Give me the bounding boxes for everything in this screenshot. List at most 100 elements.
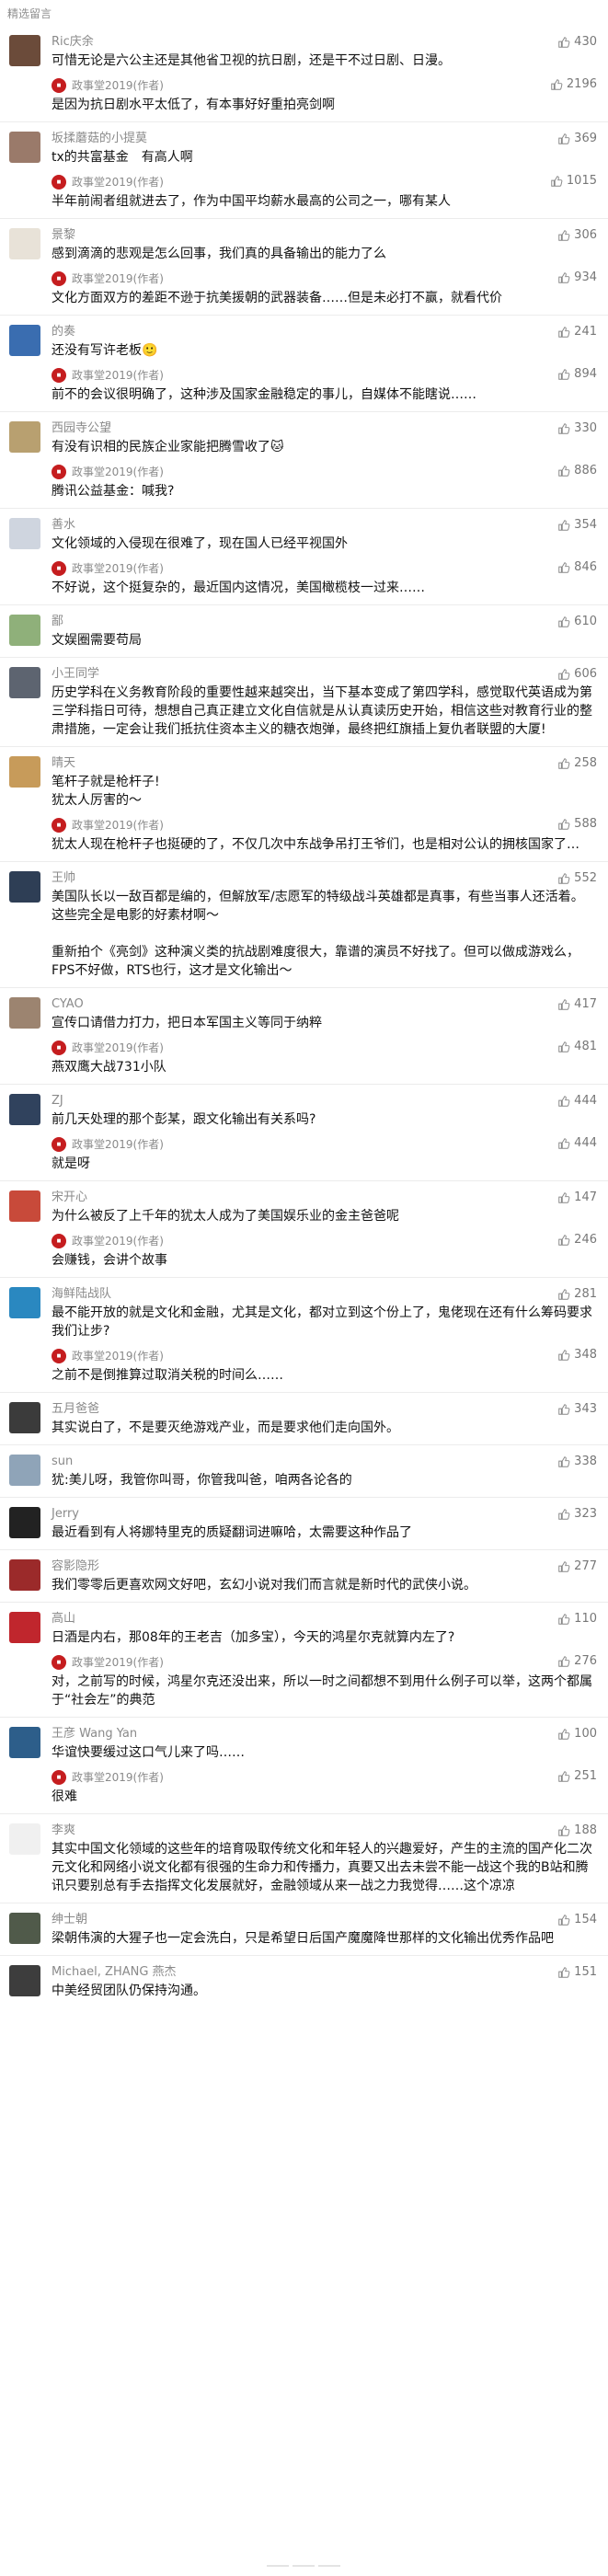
avatar[interactable] (9, 1455, 40, 1486)
like-button[interactable]: 110 (557, 1612, 597, 1626)
thumb-up-icon (550, 175, 563, 188)
reply-text: 是因为抗日剧水平太低了，有本事好好重拍亮剑啊 (52, 98, 335, 112)
author-avatar-icon: ■ (52, 817, 66, 833)
reply-like-button[interactable]: 276 (557, 1654, 597, 1668)
like-button[interactable]: 606 (557, 667, 597, 681)
avatar[interactable] (9, 1727, 40, 1758)
thumb-up-icon (557, 818, 570, 831)
avatar[interactable] (9, 1965, 40, 1996)
avatar[interactable] (9, 997, 40, 1029)
like-button[interactable]: 147 (557, 1190, 597, 1204)
like-count: 251 (574, 1769, 597, 1783)
thumb-up-icon (557, 465, 570, 477)
like-button[interactable]: 100 (557, 1727, 597, 1741)
thumb-up-icon (557, 1455, 570, 1468)
like-button[interactable]: 188 (557, 1823, 597, 1837)
like-button[interactable]: 343 (557, 1402, 597, 1416)
thumb-up-icon (557, 1560, 570, 1573)
avatar[interactable] (9, 132, 40, 163)
like-count: 258 (574, 756, 597, 770)
comment-item: 的奏 241 还没有写许老板🙂 ■ 政事堂2019(作者) 894 前不的会议很明确了，这种… (0, 315, 608, 411)
avatar[interactable] (9, 325, 40, 356)
avatar[interactable] (9, 615, 40, 646)
thumb-up-icon (557, 1041, 570, 1053)
thumb-up-icon (557, 1613, 570, 1626)
thumb-up-icon (557, 271, 570, 284)
like-count: 1015 (566, 174, 597, 188)
avatar[interactable] (9, 1094, 40, 1125)
like-button[interactable]: 430 (557, 35, 597, 49)
avatar[interactable] (9, 1402, 40, 1433)
avatar[interactable] (9, 1913, 40, 1944)
reply-like-button[interactable]: 846 (557, 560, 597, 574)
reply-text: 犹太人现在枪杆子也挺硬的了，不仅几次中东战争吊打王爷们，也是相对公认的拥核国家了… (52, 837, 579, 852)
like-button[interactable]: 151 (557, 1965, 597, 1979)
avatar[interactable] (9, 756, 40, 788)
like-count: 846 (574, 560, 597, 574)
avatar[interactable] (9, 518, 40, 549)
avatar[interactable] (9, 667, 40, 698)
comment-text: 其实说白了，不是要灭绝游戏产业，而是要求他们走向国外。 (52, 1420, 399, 1435)
avatar[interactable] (9, 35, 40, 66)
thumb-up-icon (557, 519, 570, 532)
reply-text: 对，之前写的时候，鸿星尔克还没出来，所以一时之间都想不到用什么例子可以举，这两个… (52, 1674, 592, 1708)
reply-like-button[interactable]: 481 (557, 1040, 597, 1053)
reply-like-button[interactable]: 2196 (550, 77, 597, 91)
reply-like-button[interactable]: 1015 (550, 174, 597, 188)
avatar[interactable] (9, 1823, 40, 1855)
thumb-up-icon (557, 1966, 570, 1979)
like-count: 338 (574, 1455, 597, 1468)
like-button[interactable]: 417 (557, 997, 597, 1011)
like-button[interactable]: 281 (557, 1287, 597, 1301)
avatar[interactable] (9, 1559, 40, 1591)
comment-author: 王彦 Wang Yan (52, 1727, 138, 1741)
like-count: 348 (574, 1348, 597, 1362)
reply-like-button[interactable]: 246 (557, 1233, 597, 1247)
avatar[interactable] (9, 1507, 40, 1538)
like-button[interactable]: 306 (557, 228, 597, 242)
reply-author: 政事堂2019(作者) (72, 369, 164, 382)
author-reply: ■ 政事堂2019(作者) 276 对，之前写的时候，鸿星尔克还没出来，所以一时之间都… (52, 1654, 599, 1709)
like-button[interactable]: 330 (557, 421, 597, 435)
avatar[interactable] (9, 871, 40, 903)
reply-like-button[interactable]: 886 (557, 464, 597, 477)
avatar[interactable] (9, 228, 40, 259)
avatar[interactable] (9, 1190, 40, 1222)
reply-like-button[interactable]: 348 (557, 1348, 597, 1362)
like-count: 444 (574, 1094, 597, 1108)
like-button[interactable]: 323 (557, 1507, 597, 1521)
author-avatar-icon: ■ (52, 1348, 66, 1363)
like-button[interactable]: 354 (557, 518, 597, 532)
reply-like-button[interactable]: 251 (557, 1769, 597, 1783)
like-button[interactable]: 154 (557, 1913, 597, 1926)
reply-author: 政事堂2019(作者) (72, 1235, 164, 1248)
page: 精选留言 Ric庆余 430 可惜无论是六公主还是其他省卫视的抗日剧，还是干不过日剧… (0, 0, 608, 2576)
thumb-up-icon (557, 1824, 570, 1837)
avatar[interactable] (9, 1612, 40, 1643)
like-count: 241 (574, 325, 597, 339)
like-button[interactable]: 610 (557, 615, 597, 628)
thumb-up-icon (557, 1508, 570, 1521)
reply-like-button[interactable]: 588 (557, 817, 597, 831)
reply-like-button[interactable]: 444 (557, 1136, 597, 1150)
like-button[interactable]: 241 (557, 325, 597, 339)
thumb-up-icon (557, 422, 570, 435)
reply-text: 之前不是倒推算过取消关税的时间么…… (52, 1368, 283, 1383)
comment-text: tx的共富基金 有高人啊 (52, 150, 193, 165)
comment-text: 文化领域的入侵现在很难了，现在国人已经平视国外 (52, 536, 348, 551)
reply-like-button[interactable]: 894 (557, 367, 597, 381)
like-button[interactable]: 369 (557, 132, 597, 145)
like-button[interactable]: 552 (557, 871, 597, 885)
author-avatar-icon: ■ (52, 1769, 66, 1785)
like-count: 886 (574, 464, 597, 477)
avatar[interactable] (9, 1287, 40, 1318)
like-button[interactable]: 444 (557, 1094, 597, 1108)
like-button[interactable]: 277 (557, 1559, 597, 1573)
comment-author: 王帅 (52, 871, 76, 885)
comment-item: 容影隐形 277 我们零零后更喜欢网文好吧，玄幻小说对我们而言就是新时代的武侠小说。 (0, 1549, 608, 1602)
like-button[interactable]: 338 (557, 1455, 597, 1468)
comment-item: 晴天 258 笔杆子就是枪杆子! 犹太人厉害的～ ■ 政事堂2019(作者) 588 犹太人… (0, 746, 608, 861)
avatar[interactable] (9, 421, 40, 453)
like-button[interactable]: 258 (557, 756, 597, 770)
reply-like-button[interactable]: 934 (557, 270, 597, 284)
